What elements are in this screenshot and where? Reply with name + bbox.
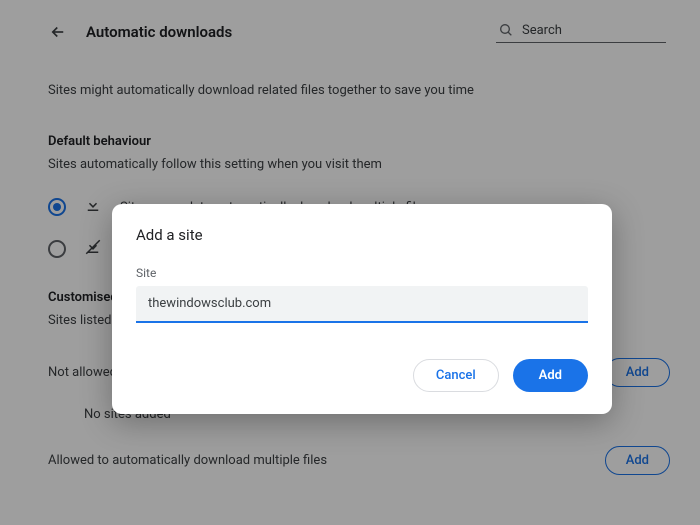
cancel-button[interactable]: Cancel [413,359,499,392]
site-field-label: Site [136,266,588,280]
add-button[interactable]: Add [513,359,588,392]
dialog-title: Add a site [136,226,588,244]
add-site-dialog: Add a site Site Cancel Add [112,204,612,414]
site-url-input[interactable] [136,286,588,323]
dialog-actions: Cancel Add [136,359,588,392]
